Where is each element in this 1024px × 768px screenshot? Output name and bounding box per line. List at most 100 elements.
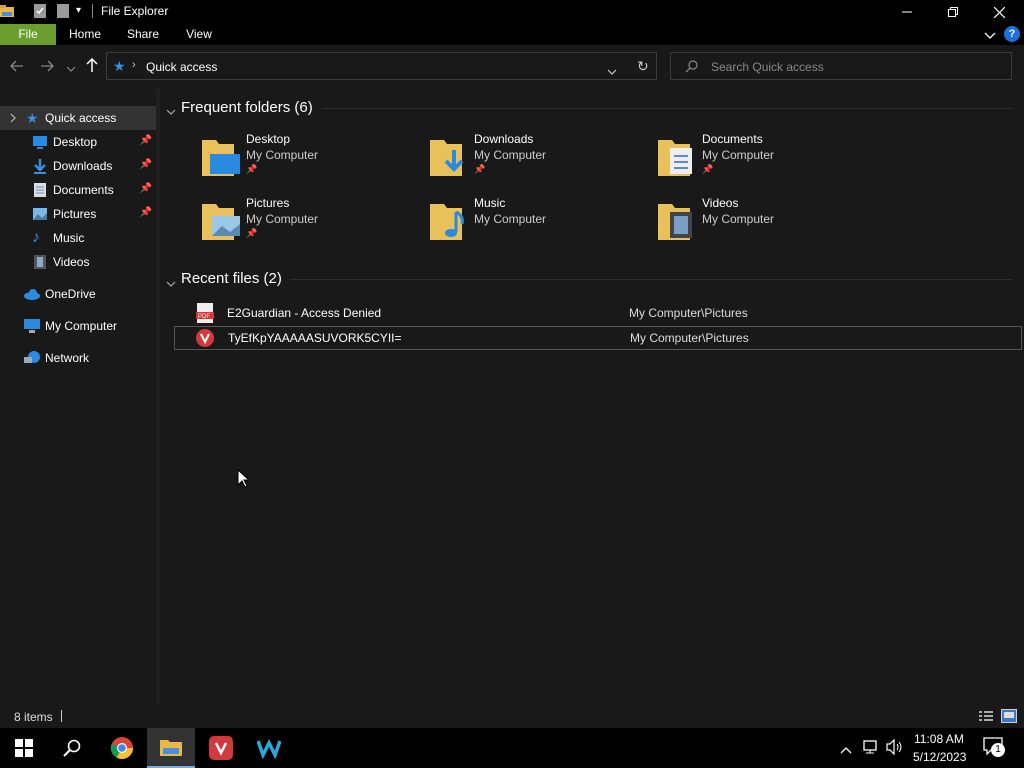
- folder-downloads-icon: [428, 134, 470, 183]
- notification-button[interactable]: 1: [983, 737, 1007, 759]
- sidebar-item-my-computer[interactable]: My Computer: [0, 314, 156, 338]
- file-path: My Computer\Pictures: [629, 306, 748, 320]
- folder-pictures-icon: [200, 198, 242, 247]
- sidebar-item-label: Documents: [53, 183, 114, 197]
- expand-chevron-icon[interactable]: [10, 112, 17, 126]
- forward-button[interactable]: [40, 59, 54, 77]
- folder-name: Music: [474, 196, 506, 210]
- sidebar-item-quick-access[interactable]: ★ Quick access: [0, 106, 156, 130]
- details-view-icon[interactable]: [979, 710, 993, 725]
- sidebar-item-videos[interactable]: Videos: [0, 250, 156, 274]
- collapse-frequent-icon[interactable]: [166, 103, 176, 121]
- list-item[interactable]: PDF E2Guardian - Access Denied My Comput…: [174, 301, 1022, 325]
- picture-icon: [32, 206, 48, 222]
- clock-time[interactable]: 11:08 AM: [914, 732, 964, 746]
- folder-tile-documents[interactable]: Documents My Computer 📌: [656, 132, 876, 188]
- large-icons-view-icon[interactable]: [1001, 709, 1017, 726]
- tab-view[interactable]: View: [176, 24, 222, 45]
- folder-name: Videos: [702, 196, 739, 210]
- taskbar-file-explorer[interactable]: [147, 728, 195, 768]
- folder-location: My Computer: [702, 148, 775, 162]
- navigation-pane: ★ Quick access Desktop 📌 Downloads 📌 Doc…: [0, 97, 156, 705]
- recent-locations-button[interactable]: [66, 61, 76, 79]
- search-placeholder: Search Quick access: [711, 60, 824, 74]
- chevron-down-icon: [66, 66, 76, 72]
- help-icon[interactable]: ?: [1004, 26, 1020, 42]
- breadcrumb-chevron-icon[interactable]: ›: [132, 59, 136, 71]
- folder-videos-icon: [656, 198, 698, 247]
- sidebar-item-network[interactable]: Network: [0, 346, 156, 370]
- sidebar-item-label: OneDrive: [45, 287, 96, 301]
- folder-name: Downloads: [474, 132, 534, 146]
- back-button[interactable]: [10, 59, 24, 77]
- search-icon: [685, 60, 698, 78]
- status-separator: [61, 710, 62, 722]
- folder-tile-desktop[interactable]: Desktop My Computer 📌: [200, 132, 420, 188]
- sidebar-item-pictures[interactable]: Pictures 📌: [0, 202, 156, 226]
- wave-app-icon: [257, 739, 281, 759]
- address-dropdown-icon[interactable]: [607, 63, 617, 81]
- sidebar-item-onedrive[interactable]: OneDrive: [0, 282, 156, 306]
- vivaldi-icon: [195, 328, 215, 351]
- breadcrumb[interactable]: Quick access: [146, 60, 217, 74]
- folder-name: Documents: [702, 132, 763, 146]
- new-folder-icon[interactable]: [57, 4, 69, 18]
- sidebar-item-documents[interactable]: Documents 📌: [0, 178, 156, 202]
- clock-date[interactable]: 5/12/2023: [913, 750, 966, 764]
- recent-files-header[interactable]: Recent files (2): [181, 270, 282, 287]
- expand-ribbon-icon[interactable]: [984, 28, 996, 46]
- search-box[interactable]: Search Quick access: [670, 52, 1012, 80]
- show-hidden-icons[interactable]: [840, 741, 852, 759]
- pin-icon: 📌: [139, 183, 152, 194]
- folder-tile-videos[interactable]: Videos My Computer: [656, 196, 876, 252]
- up-arrow-icon: [86, 57, 98, 72]
- music-note-icon: ♪: [32, 229, 40, 246]
- svg-text:PDF: PDF: [198, 314, 210, 320]
- sidebar-item-music[interactable]: ♪ Music: [0, 226, 156, 250]
- back-arrow-icon: [10, 60, 23, 72]
- close-icon: [993, 6, 1005, 18]
- up-button[interactable]: [86, 57, 98, 77]
- taskbar-vivaldi[interactable]: [197, 728, 245, 768]
- list-item[interactable]: TyEfKpYAAAAASUVORK5CYII= My Computer\Pic…: [174, 326, 1022, 350]
- restore-button[interactable]: [930, 0, 976, 24]
- pin-icon: 📌: [702, 164, 714, 174]
- minimize-button[interactable]: [884, 0, 930, 24]
- folder-location: My Computer: [474, 212, 547, 226]
- tab-share[interactable]: Share: [118, 24, 168, 45]
- taskbar: 11:08 AM 5/12/2023 1: [0, 728, 1024, 768]
- tab-home[interactable]: Home: [60, 24, 110, 45]
- pane-divider[interactable]: [156, 89, 160, 705]
- folder-location: My Computer: [246, 212, 319, 226]
- tab-file[interactable]: File: [0, 24, 56, 45]
- vivaldi-icon: [209, 736, 233, 760]
- search-button[interactable]: [48, 728, 96, 768]
- sidebar-item-label: My Computer: [45, 319, 118, 333]
- desktop-icon: [32, 134, 48, 150]
- network-status-icon[interactable]: [862, 739, 880, 760]
- refresh-icon[interactable]: ↻: [637, 58, 649, 75]
- sidebar-item-downloads[interactable]: Downloads 📌: [0, 154, 156, 178]
- address-bar[interactable]: ★ › Quick access ↻: [106, 52, 657, 80]
- folder-tile-pictures[interactable]: Pictures My Computer 📌: [200, 196, 420, 252]
- folder-tile-downloads[interactable]: Downloads My Computer 📌: [428, 132, 648, 188]
- start-button[interactable]: [0, 728, 48, 768]
- sidebar-item-label: Desktop: [53, 135, 98, 149]
- customize-toolbar-icon[interactable]: ▾: [76, 5, 81, 16]
- folder-icon: [0, 4, 14, 18]
- folder-documents-icon: [656, 134, 698, 183]
- collapse-recent-icon[interactable]: [166, 275, 176, 293]
- taskbar-chrome[interactable]: [98, 728, 146, 768]
- file-name: TyEfKpYAAAAASUVORK5CYII=: [228, 331, 402, 345]
- sidebar-item-label: Quick access: [45, 111, 117, 125]
- volume-icon[interactable]: [886, 738, 904, 760]
- frequent-folders-header[interactable]: Frequent folders (6): [181, 99, 313, 116]
- taskbar-app[interactable]: [245, 728, 293, 768]
- properties-icon[interactable]: [34, 4, 46, 18]
- file-path: My Computer\Pictures: [630, 331, 749, 345]
- close-button[interactable]: [976, 0, 1022, 24]
- chrome-icon: [110, 737, 133, 759]
- sidebar-item-desktop[interactable]: Desktop 📌: [0, 130, 156, 154]
- sidebar-item-label: Videos: [53, 255, 90, 269]
- folder-tile-music[interactable]: Music My Computer: [428, 196, 648, 252]
